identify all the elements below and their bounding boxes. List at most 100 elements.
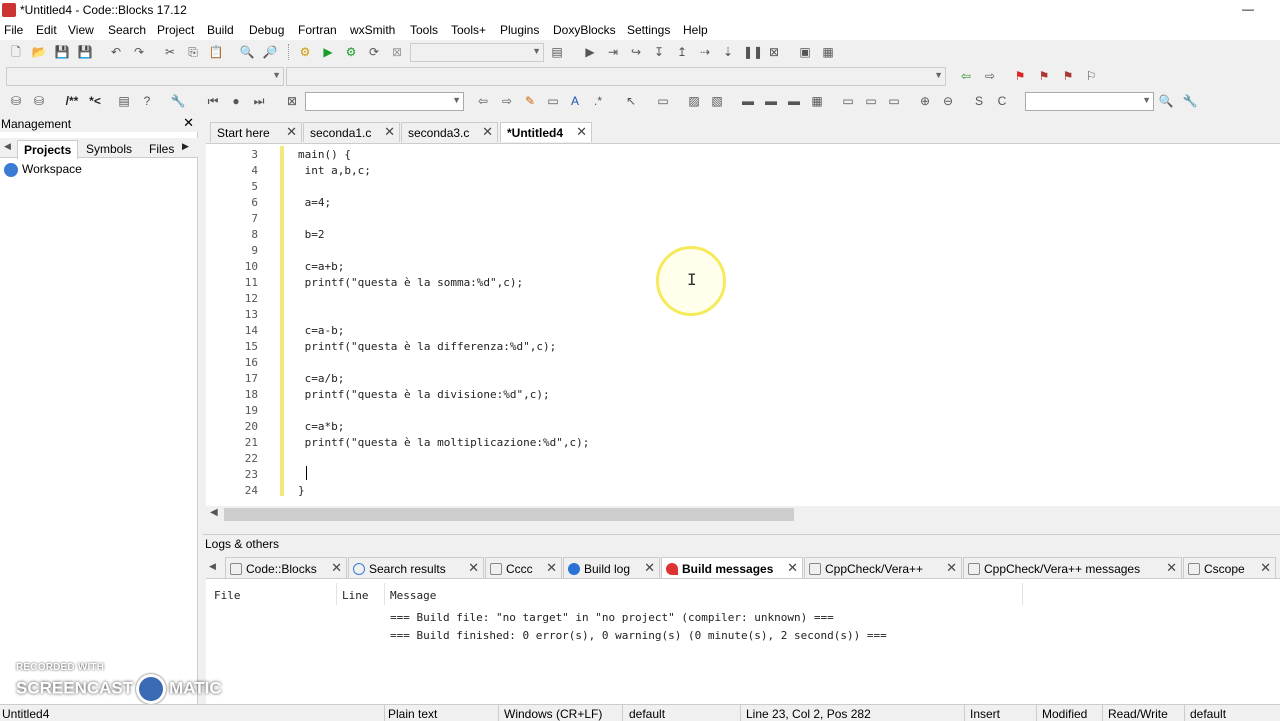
next-bookmark-icon[interactable]: ⚑ (1060, 68, 1076, 84)
close-icon[interactable]: ✕ (1166, 560, 1177, 576)
build-messages-list[interactable]: File Line Message === Build file: "no ta… (206, 578, 1280, 704)
tab-build-log[interactable]: Build log ✕ (563, 557, 660, 578)
target-options-icon[interactable]: ▤ (549, 44, 565, 60)
menu-file[interactable]: File (4, 23, 23, 37)
tab-cppcheck-messages[interactable]: CppCheck/Vera++ messages ✕ (963, 557, 1182, 578)
tab-projects[interactable]: Projects (17, 140, 79, 159)
jump-end-icon[interactable]: ⏭ (251, 93, 267, 109)
scrollbar-thumb[interactable] (224, 508, 794, 521)
workspace-node[interactable]: Workspace (4, 162, 82, 177)
redo-icon[interactable]: ↷ (131, 44, 147, 60)
layout4-icon[interactable]: ▦ (809, 93, 825, 109)
tab-codeblocks-log[interactable]: Code::Blocks ✕ (225, 557, 347, 578)
symbol-search-icon[interactable]: 🔍 (1158, 93, 1174, 109)
close-icon[interactable]: ✕ (286, 124, 297, 140)
menu-tools-plus[interactable]: Tools+ (451, 23, 486, 37)
menu-settings[interactable]: Settings (627, 23, 670, 37)
replace-icon[interactable]: 🔎 (262, 44, 278, 60)
widget1-icon[interactable]: ▭ (840, 93, 856, 109)
column-divider[interactable] (384, 583, 385, 605)
open-file-icon[interactable]: 📂 (31, 44, 47, 60)
symbol-c-icon[interactable]: C (994, 93, 1010, 109)
column-header-message[interactable]: Message (390, 589, 436, 602)
close-icon[interactable]: ✕ (468, 560, 479, 576)
build-gear-icon[interactable]: ⚙ (297, 44, 313, 60)
regex-icon[interactable]: .* (590, 93, 606, 109)
menu-edit[interactable]: Edit (36, 23, 57, 37)
menu-help[interactable]: Help (683, 23, 708, 37)
run-to-cursor-icon[interactable]: ⇥ (605, 44, 621, 60)
select-icon[interactable]: ▭ (545, 93, 561, 109)
widget3-icon[interactable]: ▭ (886, 93, 902, 109)
rebuild-icon[interactable]: ⟳ (366, 44, 382, 60)
run-icon[interactable]: ▶ (320, 44, 336, 60)
column-divider[interactable] (336, 583, 337, 605)
symbol-settings-icon[interactable]: 🔧 (1182, 93, 1198, 109)
jump-forward-icon[interactable]: ⇨ (982, 68, 998, 84)
tab-seconda1[interactable]: seconda1.c ✕ (303, 122, 400, 142)
block-comment-button[interactable]: /** (60, 93, 84, 109)
cut-icon[interactable]: ✂ (162, 44, 178, 60)
close-icon[interactable]: ✕ (384, 124, 395, 140)
image-icon[interactable]: ▨ (686, 93, 702, 109)
step-into-icon[interactable]: ↧ (651, 44, 667, 60)
doxywizard-icon[interactable]: ⛁ (8, 93, 24, 109)
tab-prev-icon[interactable]: ◀ (4, 141, 11, 152)
save-icon[interactable]: 💾 (54, 44, 70, 60)
layout3-icon[interactable]: ▬ (786, 93, 802, 109)
menu-plugins[interactable]: Plugins (500, 23, 539, 37)
menu-view[interactable]: View (68, 23, 94, 37)
scope-select[interactable]: ▼ (6, 67, 284, 86)
column-header-file[interactable]: File (214, 589, 241, 602)
bitmap-icon[interactable]: ▧ (709, 93, 725, 109)
tab-build-messages[interactable]: Build messages ✕ (661, 557, 803, 578)
list-item[interactable]: === Build finished: 0 error(s), 0 warnin… (390, 629, 887, 642)
menu-doxyblocks[interactable]: DoxyBlocks (553, 23, 616, 37)
next-line-icon[interactable]: ↪ (628, 44, 644, 60)
close-icon[interactable]: ✕ (482, 124, 493, 140)
find-next-icon[interactable]: ⇨ (499, 93, 515, 109)
close-icon[interactable]: ✕ (1260, 560, 1271, 576)
rect-icon[interactable]: ▭ (655, 93, 671, 109)
undo-icon[interactable]: ↶ (108, 44, 124, 60)
widget2-icon[interactable]: ▭ (863, 93, 879, 109)
clear-icon[interactable]: ⊠ (284, 93, 300, 109)
find-prev-icon[interactable]: ⇦ (475, 93, 491, 109)
close-icon[interactable]: ✕ (787, 560, 798, 576)
zoom-out-icon[interactable]: ⊖ (940, 93, 956, 109)
pause-icon[interactable]: ❚❚ (743, 44, 763, 60)
tab-files[interactable]: Files (143, 140, 180, 159)
next-instruction-icon[interactable]: ⇢ (697, 44, 713, 60)
match-case-icon[interactable]: A (567, 93, 583, 109)
symbol-s-icon[interactable]: S (971, 93, 987, 109)
menu-search[interactable]: Search (108, 23, 146, 37)
zoom-in-icon[interactable]: ⊕ (917, 93, 933, 109)
function-select[interactable]: ▼ (286, 67, 946, 86)
logs-tab-prev-icon[interactable]: ◀ (209, 561, 216, 572)
close-icon[interactable]: ✕ (183, 115, 194, 131)
run-chm-icon[interactable]: ? (139, 93, 155, 109)
debug-start-icon[interactable]: ▶ (582, 44, 598, 60)
search-combo[interactable]: ▼ (305, 92, 464, 111)
menu-debug[interactable]: Debug (249, 23, 284, 37)
column-divider[interactable] (1022, 583, 1023, 605)
symbol-combo[interactable]: ▼ (1025, 92, 1154, 111)
menu-wxsmith[interactable]: wxSmith (350, 23, 395, 37)
layout2-icon[interactable]: ▬ (763, 93, 779, 109)
tab-cscope[interactable]: Cscope ✕ (1183, 557, 1276, 578)
close-icon[interactable]: ✕ (546, 560, 557, 576)
save-all-icon[interactable]: 💾 (77, 44, 93, 60)
step-instruction-icon[interactable]: ⇣ (720, 44, 736, 60)
tab-untitled4[interactable]: *Untitled4 ✕ (500, 122, 592, 142)
menu-tools[interactable]: Tools (410, 23, 438, 37)
toggle-bookmark-icon[interactable]: ⚑ (1012, 68, 1028, 84)
close-icon[interactable]: ✕ (576, 124, 587, 140)
new-file-icon[interactable]: 🗋 (8, 44, 24, 60)
copy-icon[interactable]: ⎘ (185, 44, 201, 60)
toolbar-grip[interactable] (288, 44, 291, 60)
menu-project[interactable]: Project (157, 23, 194, 37)
line-comment-button[interactable]: *< (85, 93, 105, 109)
build-target-select[interactable]: ▼ (410, 43, 544, 62)
run-html-icon[interactable]: ▤ (116, 93, 132, 109)
close-icon[interactable]: ✕ (644, 560, 655, 576)
